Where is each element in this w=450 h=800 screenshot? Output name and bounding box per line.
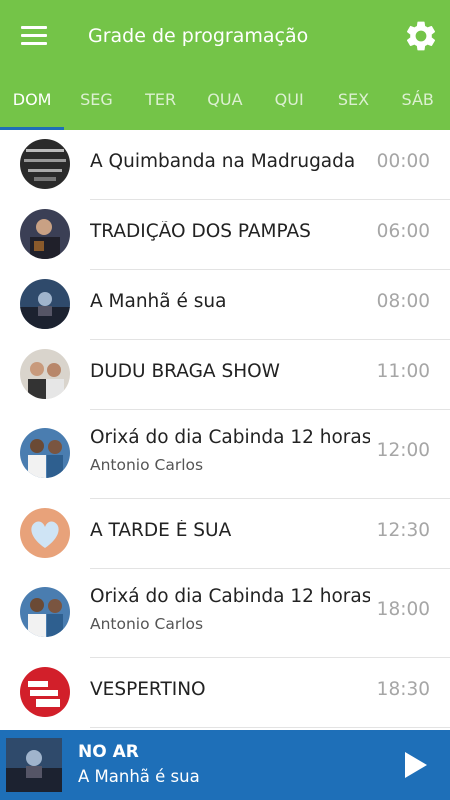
schedule-list: A Quimbanda na Madrugada 00:00 TRADIÇÃO … bbox=[0, 130, 450, 730]
now-playing-title: A Manhã é sua bbox=[78, 767, 200, 786]
hamburger-menu-icon[interactable] bbox=[18, 24, 52, 50]
program-avatar bbox=[20, 279, 70, 329]
schedule-row[interactable]: Orixá do dia Cabinda 12 horas Antonio Ca… bbox=[0, 409, 450, 499]
tab-seg[interactable]: SEG bbox=[64, 76, 128, 130]
program-title: Orixá do dia Cabinda 12 horas bbox=[90, 586, 370, 607]
program-avatar bbox=[20, 349, 70, 399]
program-time: 12:30 bbox=[376, 520, 430, 541]
program-avatar bbox=[20, 587, 70, 637]
program-title: VESPERTINO bbox=[90, 679, 206, 700]
now-playing-thumbnail bbox=[6, 738, 62, 792]
tab-dom[interactable]: DOM bbox=[0, 76, 65, 130]
program-time: 18:30 bbox=[376, 679, 430, 700]
program-time: 08:00 bbox=[376, 291, 430, 312]
program-avatar bbox=[20, 428, 70, 478]
day-tabs: DOM SEG TER QUA QUI SEX SÁB bbox=[0, 76, 450, 130]
play-icon[interactable] bbox=[400, 750, 430, 780]
program-time: 18:00 bbox=[376, 599, 430, 620]
gear-icon[interactable] bbox=[403, 18, 439, 54]
program-avatar bbox=[20, 139, 70, 189]
schedule-row[interactable]: Orixá do dia Cabinda 12 horas Antonio Ca… bbox=[0, 568, 450, 658]
page-title: Grade de programação bbox=[88, 25, 309, 47]
schedule-row[interactable]: A TARDE É SUA 12:30 bbox=[0, 498, 450, 569]
program-host: Antonio Carlos bbox=[90, 615, 204, 633]
program-avatar bbox=[20, 667, 70, 717]
app-header: Grade de programação DOM SEG TER QUA QUI… bbox=[0, 0, 450, 130]
program-title: Orixá do dia Cabinda 12 horas bbox=[90, 427, 370, 448]
program-host: Antonio Carlos bbox=[90, 456, 204, 474]
schedule-row[interactable]: DUDU BRAGA SHOW 11:00 bbox=[0, 339, 450, 410]
program-title: A Quimbanda na Madrugada bbox=[90, 151, 356, 172]
schedule-row[interactable]: A Manhã é sua 08:00 bbox=[0, 269, 450, 340]
tab-qui[interactable]: QUI bbox=[257, 76, 321, 130]
on-air-label: NO AR bbox=[78, 742, 139, 762]
program-time: 12:00 bbox=[376, 440, 430, 461]
program-title: A Manhã é sua bbox=[90, 291, 227, 312]
tab-sab[interactable]: SÁB bbox=[386, 76, 450, 130]
program-time: 06:00 bbox=[376, 221, 430, 242]
tab-qua[interactable]: QUA bbox=[193, 76, 257, 130]
program-title: DUDU BRAGA SHOW bbox=[90, 361, 280, 382]
schedule-row[interactable]: TRADIÇÃO DOS PAMPAS 06:00 bbox=[0, 199, 450, 270]
program-time: 11:00 bbox=[376, 361, 430, 382]
tab-sex[interactable]: SEX bbox=[321, 76, 385, 130]
program-avatar bbox=[20, 209, 70, 259]
schedule-row[interactable]: A Quimbanda na Madrugada 00:00 bbox=[0, 130, 450, 200]
tab-ter[interactable]: TER bbox=[129, 76, 193, 130]
program-title: A TARDE É SUA bbox=[90, 520, 232, 541]
program-title: TRADIÇÃO DOS PAMPAS bbox=[90, 221, 311, 242]
schedule-row[interactable]: VESPERTINO 18:30 bbox=[0, 657, 450, 728]
program-avatar bbox=[20, 508, 70, 558]
now-playing-bar[interactable]: NO AR A Manhã é sua bbox=[0, 730, 450, 800]
program-time: 00:00 bbox=[376, 151, 430, 172]
